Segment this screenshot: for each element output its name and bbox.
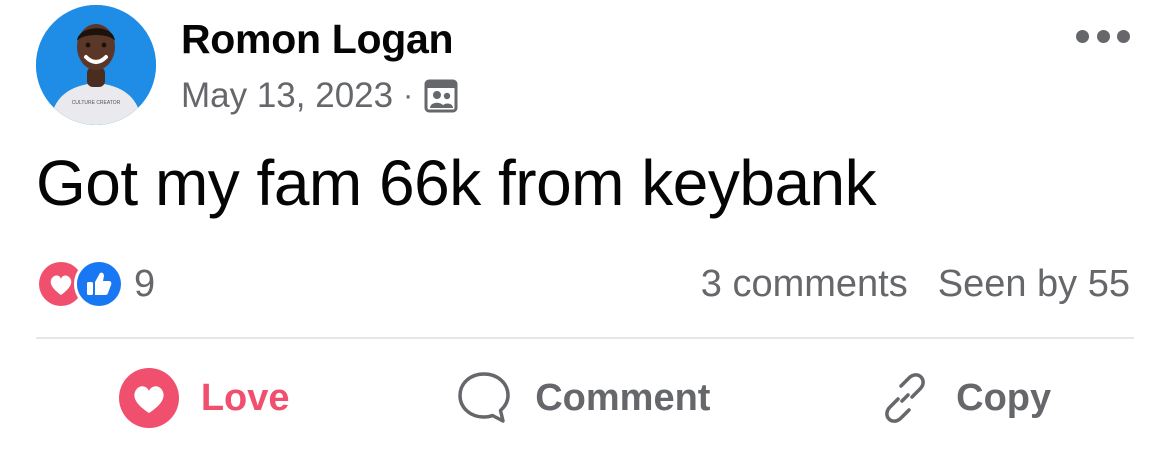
seen-by-link[interactable]: Seen by 55 [938, 263, 1130, 306]
post-stats: 3 comments Seen by 55 [701, 258, 1130, 310]
reactions-summary[interactable]: 9 [36, 258, 155, 310]
avatar-photo: CULTURE CREATOR [36, 5, 156, 125]
action-bar: Love Comment Copy [36, 362, 1134, 434]
link-icon [885, 373, 926, 423]
post-text: Got my fam 66k from keybank [36, 147, 877, 219]
friends-audience-icon[interactable] [423, 78, 459, 114]
comment-icon [458, 372, 510, 423]
like-reaction-icon [74, 259, 124, 309]
copy-button[interactable]: Copy [876, 369, 1051, 427]
post-meta: May 13, 2023 · [181, 76, 459, 116]
meta-separator: · [403, 79, 414, 112]
divider [36, 337, 1134, 339]
post-card: CULTURE CREATOR Romon Logan May 13, 2023… [0, 0, 1170, 458]
reaction-count: 9 [134, 262, 156, 305]
love-button[interactable]: Love [118, 368, 290, 428]
avatar-shirt-text: CULTURE CREATOR [72, 100, 121, 106]
love-icon [118, 368, 179, 428]
love-button-label: Love [200, 376, 290, 419]
more-options-icon[interactable] [1076, 25, 1130, 47]
copy-button-label: Copy [956, 376, 1052, 419]
author-name[interactable]: Romon Logan [181, 16, 454, 63]
post-date[interactable]: May 13, 2023 [181, 76, 393, 116]
avatar[interactable]: CULTURE CREATOR [36, 5, 156, 125]
comment-button[interactable]: Comment [455, 369, 710, 427]
comment-button-label: Comment [535, 376, 711, 419]
comments-count-link[interactable]: 3 comments [701, 263, 908, 306]
